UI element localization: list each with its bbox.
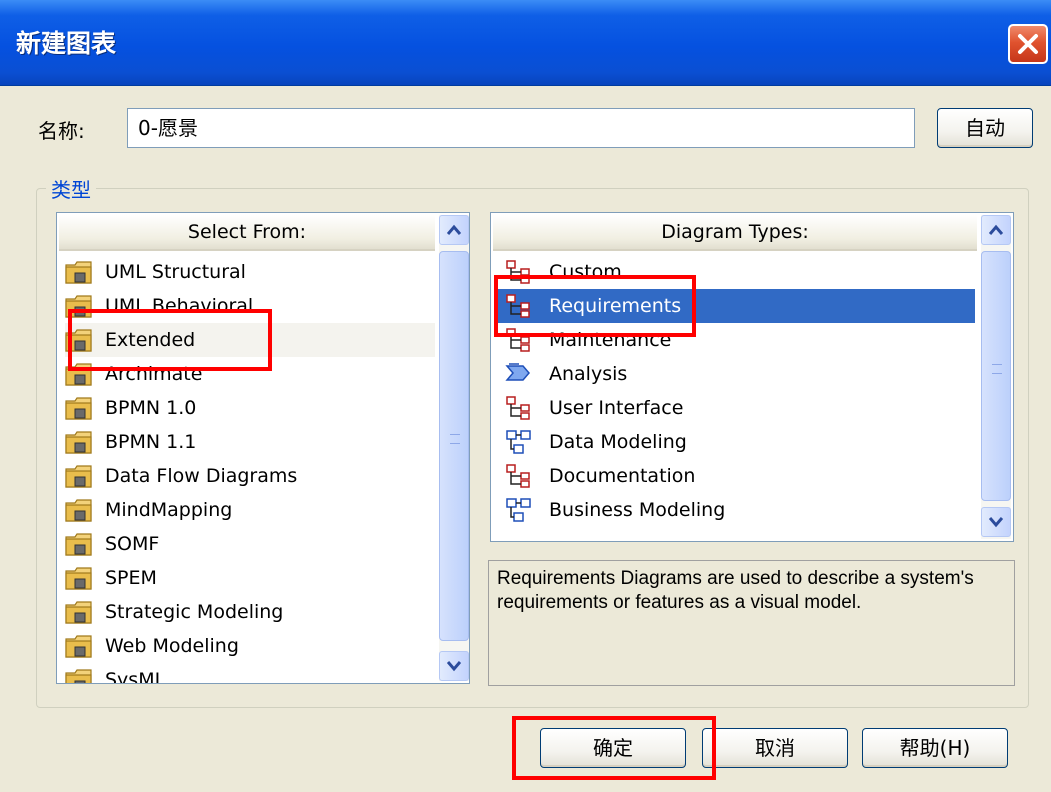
select-from-item-uml-behavioral[interactable]: UML Behavioral [65, 289, 435, 323]
item-label: Documentation [549, 465, 696, 487]
close-button[interactable] [1008, 24, 1048, 64]
folder-icon [65, 463, 93, 489]
select-from-item-data-flow-diagrams[interactable]: Data Flow Diagrams [65, 459, 435, 493]
grip-icon [450, 434, 460, 444]
scroll-up-button[interactable] [439, 215, 469, 245]
diagram-type-data-modeling[interactable]: Data Modeling [495, 425, 975, 459]
scroll-down-button[interactable] [439, 651, 469, 681]
item-label: User Interface [549, 397, 684, 419]
scroll-thumb[interactable] [439, 251, 469, 641]
diagram-flow-icon [505, 497, 533, 523]
item-label: Business Modeling [549, 499, 726, 521]
item-label: Custom [549, 261, 622, 283]
item-label: UML Structural [105, 261, 246, 283]
diagram-types-list[interactable]: Diagram Types: Custom Requirements Mainten… [490, 212, 1014, 542]
title-bar[interactable]: 新建图表 [0, 0, 1051, 86]
item-label: Web Modeling [105, 635, 239, 657]
diagram-type-requirements[interactable]: Requirements [495, 289, 975, 323]
diagram-type-user-interface[interactable]: User Interface [495, 391, 975, 425]
diagram-type-custom[interactable]: Custom [495, 255, 975, 289]
select-from-item-spem[interactable]: SPEM [65, 561, 435, 595]
select-from-item-strategic-modeling[interactable]: Strategic Modeling [65, 595, 435, 629]
item-label: SPEM [105, 567, 157, 589]
select-from-item-somf[interactable]: SOMF [65, 527, 435, 561]
item-label: Data Modeling [549, 431, 687, 453]
item-label: Data Flow Diagrams [105, 465, 298, 487]
folder-icon [65, 633, 93, 659]
chevron-up-icon [447, 224, 461, 235]
diagram-types-scrollbar[interactable] [981, 215, 1011, 539]
select-from-item-sysml[interactable]: SysML [65, 663, 435, 684]
diagram-type-documentation[interactable]: Documentation [495, 459, 975, 493]
folder-icon [65, 497, 93, 523]
item-label: UML Behavioral [105, 295, 254, 317]
select-from-item-bpmn-1-1[interactable]: BPMN 1.1 [65, 425, 435, 459]
diagram-type-business-modeling[interactable]: Business Modeling [495, 493, 975, 527]
cancel-button[interactable]: 取消 [702, 728, 848, 768]
diagram-type-maintenance[interactable]: Maintenance [495, 323, 975, 357]
select-from-item-mindmapping[interactable]: MindMapping [65, 493, 435, 527]
item-label: Extended [105, 329, 196, 351]
folder-icon [65, 395, 93, 421]
select-from-item-uml-structural[interactable]: UML Structural [65, 255, 435, 289]
folder-icon [65, 293, 93, 319]
window-title: 新建图表 [16, 29, 117, 58]
folder-icon [65, 565, 93, 591]
item-label: SysML [105, 669, 166, 684]
item-label: BPMN 1.0 [105, 397, 197, 419]
diagram-tree-icon [505, 293, 533, 319]
help-button[interactable]: 帮助(H) [862, 728, 1008, 768]
auto-button[interactable]: 自动 [937, 108, 1033, 148]
diagram-types-header: Diagram Types: [493, 215, 977, 251]
diagram-type-analysis[interactable]: Analysis [495, 357, 975, 391]
folder-icon [65, 599, 93, 625]
scroll-down-button[interactable] [981, 507, 1011, 537]
item-label: Requirements [549, 295, 682, 317]
folder-icon [65, 429, 93, 455]
select-from-item-web-modeling[interactable]: Web Modeling [65, 629, 435, 663]
diagram-tree-icon [505, 259, 533, 285]
item-label: Archimate [105, 363, 203, 385]
chevron-down-icon [447, 661, 461, 672]
name-label: 名称: [38, 119, 85, 143]
new-diagram-dialog: 新建图表 名称: 0-愿景 自动 类型 Select From: UML Str… [0, 0, 1051, 792]
chevron-down-icon [989, 517, 1003, 528]
folder-icon [65, 531, 93, 557]
close-icon [1018, 34, 1038, 54]
item-label: BPMN 1.1 [105, 431, 197, 453]
ok-button[interactable]: 确定 [540, 728, 686, 768]
grip-icon [992, 364, 1002, 374]
diagram-tree-icon [505, 463, 533, 489]
folder-icon [65, 327, 93, 353]
scroll-up-button[interactable] [981, 215, 1011, 245]
diagram-tree-icon [505, 395, 533, 421]
item-label: SOMF [105, 533, 160, 555]
item-label: Strategic Modeling [105, 601, 284, 623]
item-label: Analysis [549, 363, 628, 385]
select-from-item-bpmn-1-0[interactable]: BPMN 1.0 [65, 391, 435, 425]
item-label: MindMapping [105, 499, 233, 521]
select-from-header: Select From: [59, 215, 435, 251]
folder-icon [65, 259, 93, 285]
analysis-arrow-icon [505, 361, 533, 387]
name-input[interactable]: 0-愿景 [127, 108, 915, 148]
folder-icon [65, 361, 93, 387]
scroll-thumb[interactable] [981, 251, 1011, 501]
diagram-description: Requirements Diagrams are used to descri… [488, 560, 1015, 686]
folder-icon [65, 667, 93, 683]
select-from-item-archimate[interactable]: Archimate [65, 357, 435, 391]
diagram-flow-icon [505, 429, 533, 455]
chevron-up-icon [989, 224, 1003, 235]
type-group-label: 类型 [46, 174, 96, 203]
select-from-scrollbar[interactable] [439, 215, 469, 681]
diagram-tree-icon [505, 327, 533, 353]
select-from-item-extended[interactable]: Extended [65, 323, 435, 357]
select-from-list[interactable]: Select From: UML Structural UML Behaviora… [56, 212, 470, 684]
item-label: Maintenance [549, 329, 672, 351]
